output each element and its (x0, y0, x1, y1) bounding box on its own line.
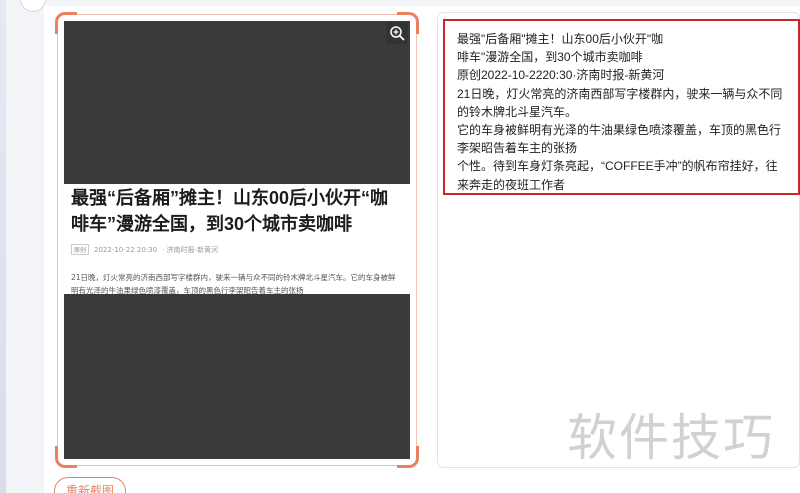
article-meta: 原创 2022-10-22 20:30 · 济南时报-新黄河 (71, 244, 403, 255)
screenshot-image: 最强“后备厢”摊主！山东00后小伙开“咖啡车”漫游全国，到30个城市卖咖啡 原创… (64, 21, 410, 459)
article-title: 最强“后备厢”摊主！山东00后小伙开“咖啡车”漫游全国，到30个城市卖咖啡 (71, 188, 389, 234)
ocr-result-text[interactable]: 最强"后备厢"摊主！山东00后小伙开"咖 啡车"漫游全国，到30个城市卖咖啡 原… (443, 19, 800, 195)
result-line: 的铃木牌北斗星汽车。 (457, 104, 578, 119)
watermark: 软件技巧 (567, 409, 775, 467)
article-date: 2022-10-22 20:30 (94, 245, 158, 254)
top-circle-button[interactable] (20, 0, 46, 12)
article-snippet: 最强“后备厢”摊主！山东00后小伙开“咖啡车”漫游全国，到30个城市卖咖啡 原创… (64, 184, 410, 295)
original-badge: 原创 (71, 244, 90, 255)
zoom-in-icon[interactable] (386, 22, 408, 44)
result-line: 来奔走的夜班工作者 (457, 177, 566, 192)
result-line: 个性。待到车身灯条亮起，“COFFEE手冲”的帆布帘挂好，往 (457, 159, 778, 174)
result-line: 原创2022-10-2220:30·济南时报-新黄河 (457, 68, 665, 83)
article-body: 21日晚，灯火常亮的济南西部写字楼群内，驶来一辆与众不同的铃木牌北斗星汽车。它的… (71, 273, 396, 295)
result-line: 啡车"漫游全国，到30个城市卖咖啡 (457, 50, 643, 65)
article-source: · 济南时报-新黄河 (162, 245, 219, 254)
left-strip (0, 0, 6, 493)
recapture-button[interactable]: 重新截图 (54, 477, 126, 493)
result-line: 李架昭告着车主的张扬 (457, 141, 578, 156)
result-line: 最强"后备厢"摊主！山东00后小伙开"咖 (457, 32, 664, 46)
result-line: 它的车身被鲜明有光泽的牛油果绿色喷漆覆盖，车顶的黑色行 (457, 123, 782, 138)
result-line: 21日晚，灯火常亮的济南西部写字楼群内，驶来一辆与众不同 (457, 86, 783, 101)
